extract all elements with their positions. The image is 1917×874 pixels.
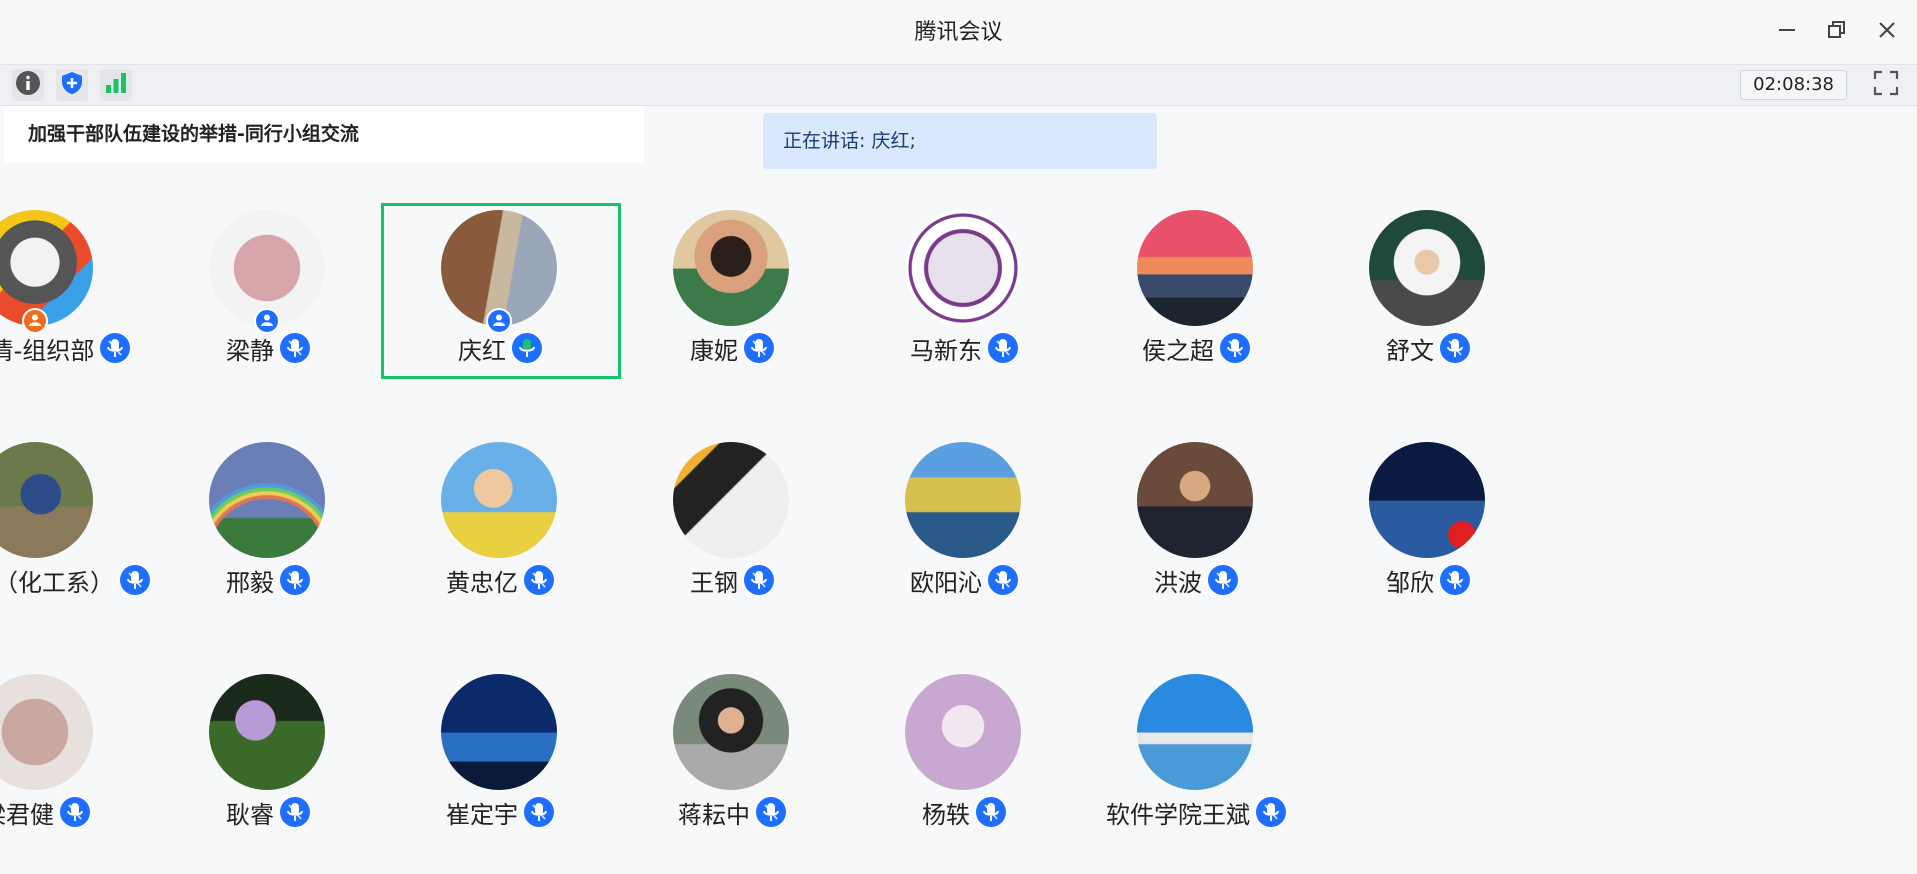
meeting-topic: 加强干部队伍建设的举措-同行小组交流: [4, 106, 644, 162]
participant-name: 马新东: [910, 336, 982, 365]
participant-tile[interactable]: 邹欣: [1309, 435, 1549, 611]
minimize-button[interactable]: [1769, 14, 1805, 50]
rainbow-avatar[interactable]: [209, 442, 325, 558]
mic-muted-icon: [742, 331, 776, 365]
participant-name-row: 软件学院王斌: [1037, 792, 1357, 832]
mic-muted-icon: [986, 563, 1020, 597]
restore-icon: [1827, 20, 1847, 44]
meeting-timer: 02:08:38: [1740, 70, 1847, 100]
fullscreen-button[interactable]: [1871, 70, 1901, 100]
fullscreen-icon: [1873, 70, 1899, 100]
participant-name: 洪波: [1154, 568, 1202, 597]
close-button[interactable]: [1869, 14, 1905, 50]
participant-tile[interactable]: 软件学院王斌: [1077, 667, 1317, 843]
mic-muted-icon: [1438, 563, 1472, 597]
mic-muted-icon: [278, 795, 312, 829]
minimize-icon: [1777, 20, 1797, 44]
participant-name: 邹欣: [1386, 568, 1434, 597]
mic-muted-icon: [1254, 795, 1288, 829]
mic-on-icon: [510, 331, 544, 365]
participant-name: 软件学院王斌: [1106, 800, 1250, 829]
participant-name: 蒋耘中: [678, 800, 750, 829]
participant-name: 崔定宇: [446, 800, 518, 829]
speaking-indicator: 正在讲话: 庆红;: [763, 113, 1157, 169]
participant-name: 欧阳沁: [910, 568, 982, 597]
starry-sky-flag-avatar[interactable]: [1369, 442, 1485, 558]
mic-muted-icon: [742, 563, 776, 597]
participant-tile[interactable]: 舒文: [1309, 203, 1549, 379]
mic-muted-icon: [522, 795, 556, 829]
sketch-portrait-avatar[interactable]: [905, 674, 1021, 790]
window-title: 腾讯会议: [914, 20, 1003, 45]
participant-name: 杨轶: [922, 800, 970, 829]
mic-muted-icon: [986, 331, 1020, 365]
participant-name: 侯之超: [1142, 336, 1214, 365]
participant-name-row: 邹欣: [1269, 560, 1589, 600]
mic-muted-icon: [278, 563, 312, 597]
cartoon-bird-avatar[interactable]: [0, 210, 93, 326]
network-status-button[interactable]: [100, 69, 132, 101]
meeting-info-button[interactable]: [12, 69, 44, 101]
participant-name: 冀冰清-组织部: [0, 336, 95, 365]
mic-muted-icon: [1206, 563, 1240, 597]
man-suit-avatar[interactable]: [1137, 442, 1253, 558]
mic-muted-icon: [1218, 331, 1252, 365]
purple-flowers-avatar[interactable]: [209, 674, 325, 790]
shield-icon: [59, 70, 85, 100]
autumn-lake-avatar[interactable]: [905, 442, 1021, 558]
info-icon: [15, 70, 41, 100]
participant-name: 王钢: [690, 568, 738, 597]
classroom-photo-avatar[interactable]: [1369, 210, 1485, 326]
participant-name: 康妮: [690, 336, 738, 365]
mic-muted-icon: [278, 331, 312, 365]
mic-muted-icon: [754, 795, 788, 829]
mic-muted-icon: [522, 563, 556, 597]
blue-sky-building-avatar[interactable]: [1137, 674, 1253, 790]
mic-muted-icon: [1438, 331, 1472, 365]
participant-name: 梁静: [226, 336, 274, 365]
mic-muted-icon: [974, 795, 1008, 829]
university-seal-avatar[interactable]: [905, 210, 1021, 326]
title-bar: 腾讯会议: [0, 0, 1917, 65]
participant-name-row: 舒文: [1269, 328, 1589, 368]
pixelated-avatar[interactable]: [0, 674, 93, 790]
participant-name: 邢毅: [226, 568, 274, 597]
participant-name: 庆红: [458, 336, 506, 365]
man-sitting-avatar[interactable]: [673, 674, 789, 790]
participant-name: 黄忠亿: [446, 568, 518, 597]
mic-muted-icon: [58, 795, 92, 829]
participant-name: 舒文: [1386, 336, 1434, 365]
participant-name: 耿睿: [226, 800, 274, 829]
security-button[interactable]: [56, 69, 88, 101]
signal-bars-icon: [103, 70, 129, 100]
restore-button[interactable]: [1819, 14, 1855, 50]
family-photo-avatar[interactable]: [673, 210, 789, 326]
airplane-avatar[interactable]: [441, 674, 557, 790]
participant-name: 王铁峰（化工系）: [0, 568, 114, 597]
fountain-pen-avatar[interactable]: [673, 442, 789, 558]
sunset-coast-avatar[interactable]: [1137, 210, 1253, 326]
meeting-toolbar: 02:08:38: [0, 65, 1917, 106]
reading-person-avatar[interactable]: [0, 442, 93, 558]
participant-name: 梁君健: [0, 800, 54, 829]
close-icon: [1877, 20, 1897, 44]
cartoon-man-avatar[interactable]: [441, 442, 557, 558]
